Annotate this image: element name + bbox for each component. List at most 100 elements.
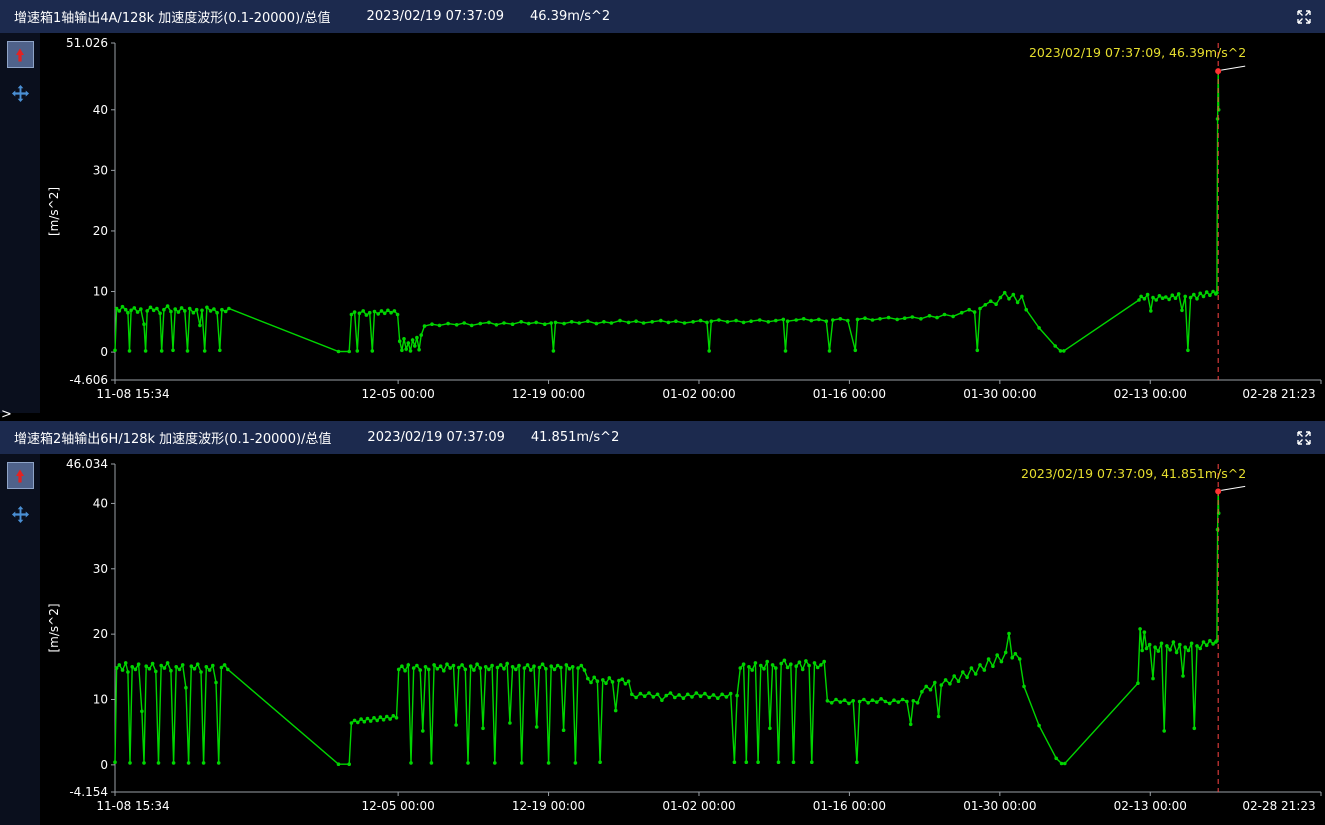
chart-plot-2[interactable]: 01020304046.034-4.154[m/s^2]11-08 15:341… — [40, 454, 1325, 825]
series-point — [933, 681, 937, 685]
series-point — [747, 665, 751, 669]
auto-scale-button[interactable] — [7, 462, 34, 489]
series-point — [1198, 647, 1202, 651]
series-point — [735, 694, 739, 698]
series-point — [157, 761, 161, 765]
cursor-marker — [1215, 68, 1221, 74]
series-point — [1211, 290, 1215, 294]
series-point — [124, 308, 128, 312]
series-point — [142, 322, 146, 326]
series-point — [163, 666, 167, 670]
series-point — [1151, 677, 1155, 681]
panel-splitter[interactable]: > — [0, 413, 1325, 421]
series-point — [994, 302, 998, 306]
series-point — [174, 665, 178, 669]
x-tick-label: 11-08 15:34 — [96, 387, 169, 401]
series-point — [407, 663, 411, 667]
series-point — [1195, 297, 1199, 301]
y-tick-label: 40 — [93, 496, 108, 510]
series-point — [118, 309, 122, 313]
y-tick-label: 30 — [93, 562, 108, 576]
series-point — [911, 315, 915, 319]
series-point — [1164, 295, 1168, 299]
series-point — [879, 697, 883, 701]
series-point — [725, 695, 729, 699]
series-point — [136, 310, 140, 314]
series-point — [765, 660, 769, 664]
series-point — [634, 696, 638, 700]
series-point — [218, 349, 222, 353]
panel-1-fullscreen-button[interactable] — [1295, 8, 1313, 26]
series-point — [356, 349, 360, 353]
panel-2-timestamp: 2023/02/19 07:37:09 — [367, 430, 504, 445]
series-point — [1138, 627, 1142, 631]
series-point — [1165, 644, 1169, 648]
series-point — [831, 318, 835, 322]
series-point — [363, 720, 367, 724]
series-point — [1202, 640, 1206, 644]
series-point — [592, 676, 596, 680]
chevron-right-icon[interactable]: > — [1, 408, 12, 421]
series-point — [371, 349, 375, 353]
series-point — [409, 349, 413, 353]
series-point — [642, 321, 646, 325]
auto-scale-button[interactable] — [7, 41, 34, 68]
series-point — [1012, 293, 1016, 297]
series-point — [710, 319, 714, 323]
series-point — [169, 310, 173, 314]
series-point — [828, 349, 832, 353]
series-point — [359, 717, 363, 721]
cursor-marker — [1215, 488, 1221, 494]
panel-1-title: 增速箱1轴输出4A/128k 加速度波形(0.1-20000)/总值 — [14, 7, 331, 26]
series-point — [1054, 757, 1058, 761]
series-point — [887, 316, 891, 320]
series-point — [995, 653, 999, 657]
series-point — [469, 664, 473, 668]
series-point — [178, 668, 182, 672]
series-point — [115, 666, 119, 670]
series-point — [1215, 291, 1219, 295]
series-point — [124, 661, 128, 665]
pan-button[interactable] — [9, 503, 31, 525]
series-point — [586, 319, 590, 323]
series-point — [819, 663, 823, 667]
series-point — [1018, 657, 1022, 661]
series-point — [774, 319, 778, 323]
series-point — [948, 682, 952, 686]
series-point — [624, 682, 628, 686]
series-point — [647, 691, 651, 695]
series-point — [726, 320, 730, 324]
y-axis-title: [m/s^2] — [47, 187, 61, 236]
pan-button[interactable] — [9, 82, 31, 104]
y-max-label: 46.034 — [66, 457, 108, 471]
x-tick-label: 01-02 00:00 — [662, 387, 735, 401]
series-point — [750, 668, 754, 672]
series-point — [1175, 651, 1179, 655]
series-point — [511, 322, 515, 326]
series-point — [754, 661, 758, 665]
series-point — [1195, 644, 1199, 648]
series-point — [940, 683, 944, 687]
series-point — [957, 679, 961, 683]
series-point — [1053, 344, 1057, 348]
x-tick-label: 02-28 21:23 — [1242, 799, 1315, 813]
series-point — [608, 676, 612, 680]
x-tick-label: 11-08 15:34 — [96, 799, 169, 813]
series-point — [202, 761, 206, 765]
series-point — [379, 715, 383, 719]
series-point — [888, 702, 892, 706]
chart-plot-1[interactable]: 01020304051.026-4.606[m/s^2]11-08 15:341… — [40, 33, 1325, 413]
series-point — [436, 667, 440, 671]
series-point — [1208, 293, 1212, 297]
series-point — [226, 668, 230, 672]
x-tick-label: 12-19 00:00 — [512, 799, 585, 813]
series-point — [733, 760, 737, 764]
fullscreen-icon — [1296, 9, 1312, 25]
series-point — [734, 319, 738, 323]
series-point — [1143, 630, 1147, 634]
series-point — [987, 657, 991, 661]
series-point — [758, 318, 762, 322]
series-point — [209, 309, 213, 313]
panel-2-fullscreen-button[interactable] — [1295, 429, 1313, 447]
series-point — [1037, 326, 1041, 330]
